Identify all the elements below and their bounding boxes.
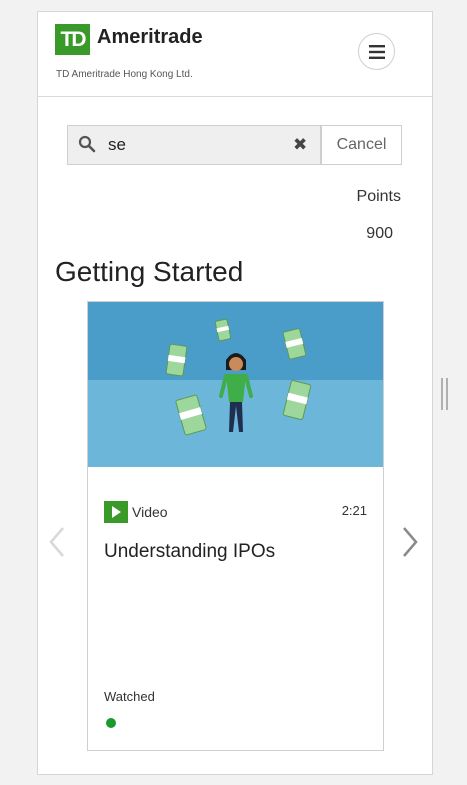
td-logo-mark[interactable]: TD: [55, 24, 90, 55]
resize-handle[interactable]: [441, 378, 448, 410]
card-title[interactable]: Understanding IPOs: [104, 541, 275, 563]
status-dot: [106, 718, 116, 728]
money-bill-icon: [165, 343, 188, 377]
cancel-button[interactable]: Cancel: [321, 125, 402, 165]
search-input[interactable]: [108, 134, 278, 156]
content-type: Video: [104, 501, 168, 523]
carousel-next-arrow-icon[interactable]: [400, 524, 420, 560]
search-bar: ✖: [67, 125, 321, 165]
content-type-label: Video: [132, 504, 168, 520]
carousel-prev-arrow-icon[interactable]: [47, 524, 67, 560]
logo-wordmark[interactable]: Ameritrade: [97, 25, 203, 49]
logo-subtitle: TD Ameritrade Hong Kong Ltd.: [56, 69, 193, 80]
points-value: 900: [366, 225, 393, 242]
site-header: TD Ameritrade TD Ameritrade Hong Kong Lt…: [38, 12, 432, 97]
search-icon: [78, 135, 96, 153]
play-icon: [104, 501, 128, 523]
app-frame: TD Ameritrade TD Ameritrade Hong Kong Lt…: [37, 11, 433, 775]
points-label: Points: [356, 188, 401, 205]
hamburger-icon: [368, 44, 385, 59]
section-title: Getting Started: [55, 256, 244, 287]
clear-search-icon[interactable]: ✖: [293, 136, 307, 154]
video-card[interactable]: Video 2:21 Understanding IPOs Watched: [87, 301, 384, 751]
video-thumbnail[interactable]: [88, 302, 383, 467]
menu-button[interactable]: [358, 33, 395, 70]
watch-status: Watched: [104, 689, 155, 704]
video-duration: 2:21: [341, 503, 367, 518]
